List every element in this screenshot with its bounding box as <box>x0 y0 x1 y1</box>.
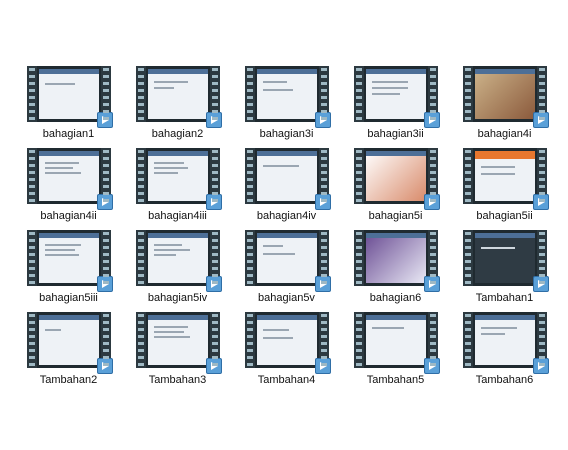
play-icon <box>96 358 113 374</box>
video-thumbnail <box>135 230 222 292</box>
video-file-item[interactable]: Tambahan1 <box>450 226 559 308</box>
video-thumbnail <box>353 66 440 128</box>
play-icon <box>423 358 440 374</box>
video-file-item[interactable]: bahagian5iii <box>14 226 123 308</box>
play-icon <box>205 112 222 128</box>
file-name: bahagian4iii <box>148 210 207 222</box>
video-file-item[interactable]: bahagian4iii <box>123 144 232 226</box>
play-icon <box>532 358 549 374</box>
video-file-item[interactable]: bahagian2 <box>123 62 232 144</box>
play-icon <box>532 194 549 210</box>
video-thumbnail <box>462 66 549 128</box>
video-file-item[interactable]: Tambahan2 <box>14 308 123 390</box>
file-name: Tambahan6 <box>475 374 534 386</box>
video-thumbnail <box>135 66 222 128</box>
video-thumbnail <box>244 312 331 374</box>
video-file-item[interactable]: Tambahan5 <box>341 308 450 390</box>
video-thumbnail <box>462 148 549 210</box>
play-icon <box>532 112 549 128</box>
play-icon <box>96 194 113 210</box>
video-file-grid: bahagian1 bahagian2 bahagian3i bahagian3… <box>14 62 559 390</box>
play-icon <box>314 358 331 374</box>
video-file-item[interactable]: bahagian6 <box>341 226 450 308</box>
video-thumbnail <box>353 230 440 292</box>
file-name: bahagian5i <box>368 210 423 222</box>
video-thumbnail <box>26 230 113 292</box>
video-file-item[interactable]: bahagian5ii <box>450 144 559 226</box>
file-name: Tambahan4 <box>257 374 316 386</box>
video-thumbnail <box>26 312 113 374</box>
file-name: Tambahan1 <box>475 292 534 304</box>
play-icon <box>205 276 222 292</box>
play-icon <box>423 112 440 128</box>
video-file-item[interactable]: Tambahan4 <box>232 308 341 390</box>
video-file-item[interactable]: bahagian5v <box>232 226 341 308</box>
video-file-item[interactable]: Tambahan6 <box>450 308 559 390</box>
file-name: bahagian3ii <box>367 128 424 140</box>
video-file-item[interactable]: Tambahan3 <box>123 308 232 390</box>
file-name: bahagian3i <box>259 128 314 140</box>
file-name: bahagian5iii <box>39 292 98 304</box>
video-file-item[interactable]: bahagian4iv <box>232 144 341 226</box>
video-thumbnail <box>462 230 549 292</box>
video-thumbnail <box>353 148 440 210</box>
video-thumbnail <box>135 312 222 374</box>
play-icon <box>314 276 331 292</box>
play-icon <box>205 194 222 210</box>
video-thumbnail <box>244 230 331 292</box>
video-file-item[interactable]: bahagian1 <box>14 62 123 144</box>
file-name: bahagian5iv <box>147 292 208 304</box>
video-file-item[interactable]: bahagian5i <box>341 144 450 226</box>
play-icon <box>423 194 440 210</box>
play-icon <box>314 194 331 210</box>
play-icon <box>314 112 331 128</box>
video-thumbnail <box>353 312 440 374</box>
file-name: bahagian2 <box>151 128 204 140</box>
file-name: Tambahan3 <box>148 374 207 386</box>
file-name: Tambahan5 <box>366 374 425 386</box>
play-icon <box>423 276 440 292</box>
video-file-item[interactable]: bahagian3i <box>232 62 341 144</box>
file-name: bahagian4ii <box>40 210 97 222</box>
file-name: bahagian4i <box>477 128 532 140</box>
video-thumbnail <box>244 66 331 128</box>
file-name: bahagian1 <box>42 128 95 140</box>
video-file-item[interactable]: bahagian3ii <box>341 62 450 144</box>
video-thumbnail <box>462 312 549 374</box>
video-file-item[interactable]: bahagian4i <box>450 62 559 144</box>
file-name: bahagian5v <box>258 292 315 304</box>
video-file-item[interactable]: bahagian4ii <box>14 144 123 226</box>
play-icon <box>205 358 222 374</box>
video-thumbnail <box>26 148 113 210</box>
file-name: bahagian4iv <box>256 210 317 222</box>
video-file-item[interactable]: bahagian5iv <box>123 226 232 308</box>
play-icon <box>96 276 113 292</box>
file-name: bahagian6 <box>369 292 422 304</box>
video-thumbnail <box>26 66 113 128</box>
play-icon <box>96 112 113 128</box>
video-thumbnail <box>135 148 222 210</box>
video-thumbnail <box>244 148 331 210</box>
file-name: Tambahan2 <box>39 374 98 386</box>
play-icon <box>532 276 549 292</box>
file-name: bahagian5ii <box>476 210 533 222</box>
